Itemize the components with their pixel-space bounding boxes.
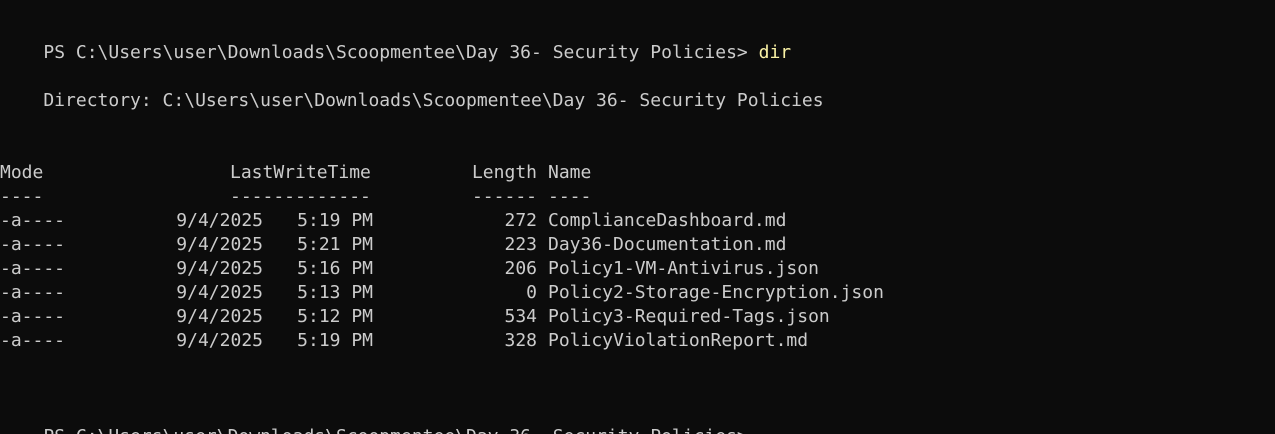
file-row: -a---- 9/4/2025 5:21 PM 223 Day36-Docume… (0, 233, 1275, 257)
header-row: Mode LastWriteTime Length Name (0, 161, 1275, 185)
file-time: 5:19 PM (297, 210, 373, 231)
separator-name: ---- (548, 186, 592, 207)
directory-line: Directory: C:\Users\user\Downloads\Scoop… (0, 90, 824, 111)
final-prompt-path: PS C:\Users\user\Downloads\Scoopmentee\D… (43, 426, 747, 434)
command-text: dir (758, 42, 792, 63)
file-name: Policy1-VM-Antivirus.json (548, 258, 819, 279)
file-time: 5:16 PM (297, 258, 373, 279)
file-date: 9/4/2025 (176, 258, 263, 279)
file-length: 272 (504, 210, 537, 231)
file-row: -a---- 9/4/2025 5:12 PM 534 Policy3-Requ… (0, 305, 1275, 329)
file-time: 5:21 PM (297, 234, 373, 255)
separator-row: ---- ------------- ------ ---- (0, 185, 1275, 209)
terminal-window[interactable]: PS C:\Users\user\Downloads\Scoopmentee\D… (0, 0, 1275, 434)
file-row: -a---- 9/4/2025 5:19 PM 272 ComplianceDa… (0, 209, 1275, 233)
file-length: 534 (504, 306, 537, 327)
file-date: 9/4/2025 (176, 210, 263, 231)
file-time: 5:19 PM (297, 330, 373, 351)
prompt-line: PS C:\Users\user\Downloads\Scoopmentee\D… (0, 17, 791, 63)
file-name: PolicyViolationReport.md (548, 330, 809, 351)
file-date: 9/4/2025 (176, 330, 263, 351)
file-length: 328 (504, 330, 537, 351)
header-mode: Mode (0, 162, 44, 183)
file-name: ComplianceDashboard.md (548, 210, 787, 231)
separator-mode: ---- (0, 186, 44, 207)
file-name: Day36-Documentation.md (548, 234, 787, 255)
file-row: -a---- 9/4/2025 5:13 PM 0 Policy2-Storag… (0, 281, 1275, 305)
file-row: -a---- 9/4/2025 5:19 PM 328 PolicyViolat… (0, 329, 1275, 353)
header-name: Name (548, 162, 592, 183)
file-time: 5:12 PM (297, 306, 373, 327)
file-mode: -a---- (0, 234, 66, 255)
file-length: 0 (526, 282, 537, 303)
file-length: 223 (504, 234, 537, 255)
file-mode: -a---- (0, 258, 66, 279)
header-length: Length (471, 162, 537, 183)
file-mode: -a---- (0, 210, 66, 231)
separator-last-write-time: ------------- (230, 186, 371, 207)
file-time: 5:13 PM (297, 282, 373, 303)
file-mode: -a---- (0, 306, 66, 327)
separator-length: ------ (471, 186, 537, 207)
file-date: 9/4/2025 (176, 282, 263, 303)
prompt-path: PS C:\Users\user\Downloads\Scoopmentee\D… (43, 42, 748, 63)
file-row: -a---- 9/4/2025 5:16 PM 206 Policy1-VM-A… (0, 257, 1275, 281)
file-name: Policy3-Required-Tags.json (548, 306, 830, 327)
header-last-write-time: LastWriteTime (230, 162, 371, 183)
file-date: 9/4/2025 (176, 306, 263, 327)
file-length: 206 (504, 258, 537, 279)
file-mode: -a---- (0, 330, 66, 351)
file-mode: -a---- (0, 282, 66, 303)
final-prompt-line[interactable]: PS C:\Users\user\Downloads\Scoopmentee\D… (0, 401, 747, 434)
file-name: Policy2-Storage-Encryption.json (548, 282, 884, 303)
file-date: 9/4/2025 (176, 234, 263, 255)
